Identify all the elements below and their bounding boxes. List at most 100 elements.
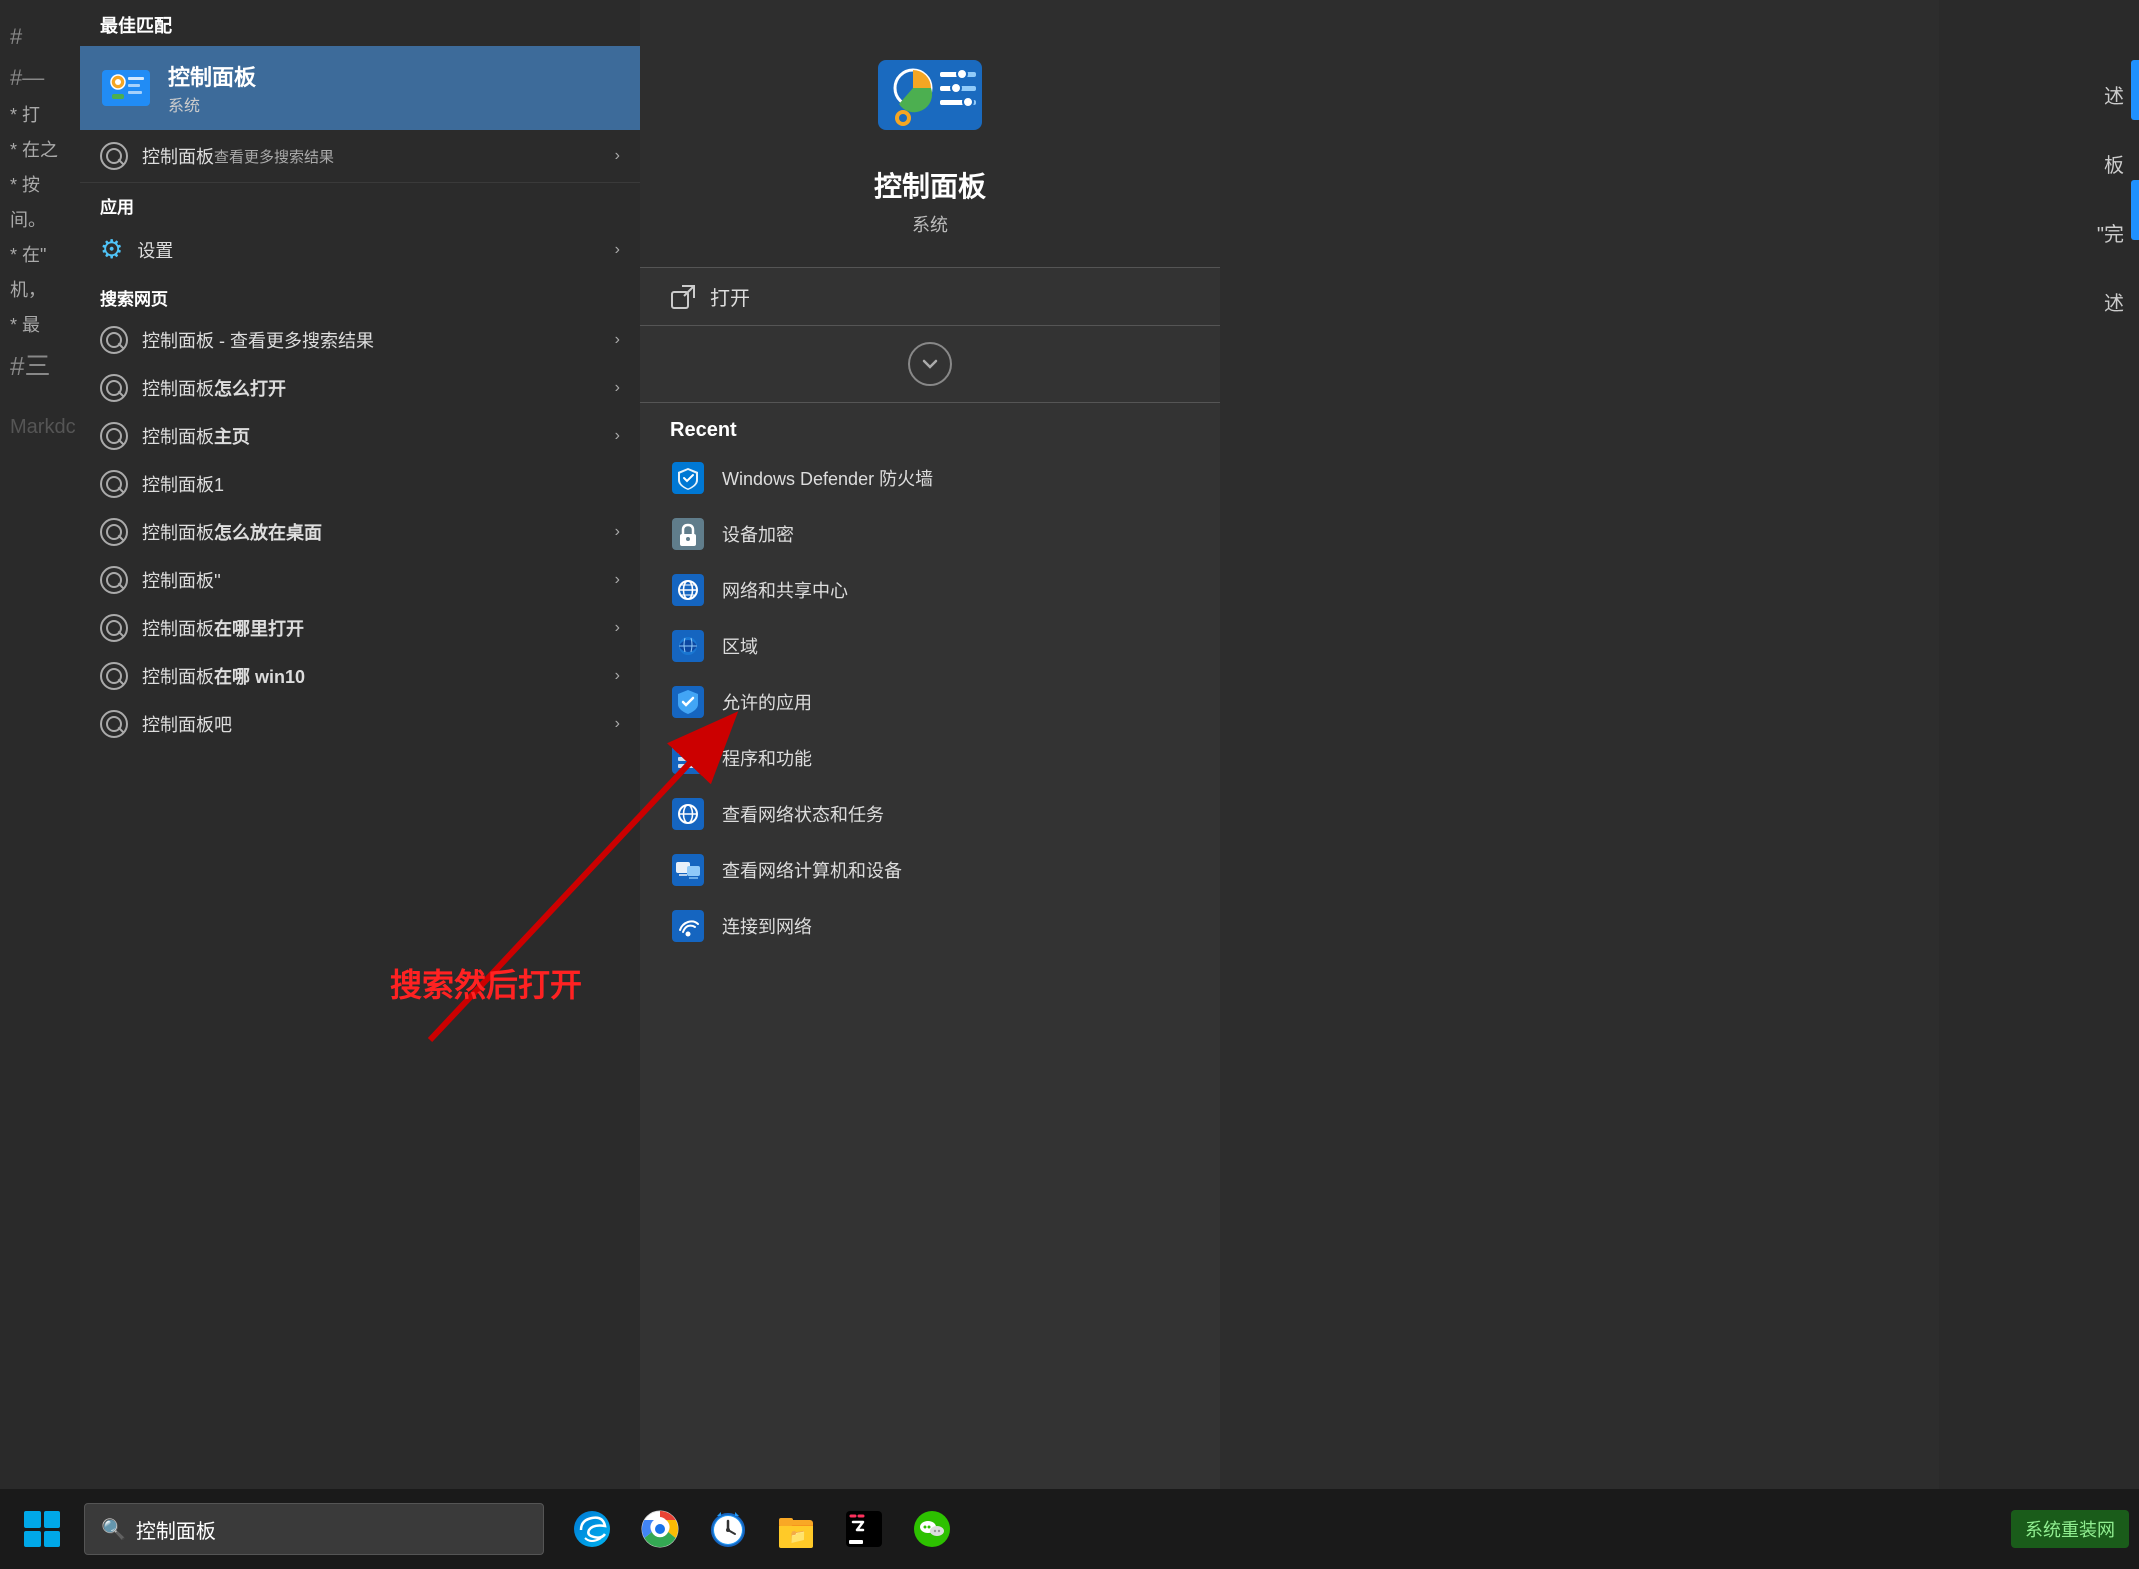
search-icon-circle-9 <box>100 662 128 690</box>
doc-line-7: * 在" <box>10 242 70 269</box>
start-button[interactable] <box>10 1497 74 1561</box>
search-icon-circle-6 <box>100 518 128 546</box>
right-line-4: 述 <box>1954 287 2124 316</box>
right-line-3: "完 <box>1954 218 2124 247</box>
web-item-7-label: 控制面板在哪里打开 <box>142 615 304 641</box>
settings-label: 设置 <box>137 237 173 263</box>
detail-top: 控制面板 系统 <box>640 0 1220 267</box>
doc-line-4: * 在之 <box>10 137 70 164</box>
programs-features-icon <box>670 740 706 776</box>
chrome-taskbar-icon[interactable] <box>632 1501 688 1557</box>
recent-item-6-label: 程序和功能 <box>722 745 812 771</box>
web-item-8-arrow: › <box>615 667 620 685</box>
recent-section: Recent Windows Defender 防火墙 <box>640 403 1220 1489</box>
explorer-taskbar-icon[interactable]: 📁 <box>768 1501 824 1557</box>
see-more-arrow: › <box>615 147 620 165</box>
doc-line-2: #— <box>10 61 70 94</box>
search-results-panel: 最佳匹配 控制面板 系统 控制面板 查看更多搜索结果 › <box>80 0 640 1489</box>
web-item-9[interactable]: 控制面板吧 › <box>80 700 640 748</box>
see-more-search[interactable]: 控制面板 查看更多搜索结果 › <box>80 130 640 183</box>
doc-line-8: 机， <box>10 277 70 304</box>
web-item-6-label: 控制面板'' <box>142 567 221 593</box>
best-match-header: 最佳匹配 <box>80 0 640 46</box>
web-item-3-label: 控制面板主页 <box>142 423 250 449</box>
recent-item-7[interactable]: 查看网络状态和任务 <box>640 786 1220 842</box>
right-line-2: 板 <box>1954 149 2124 178</box>
best-match-control-panel[interactable]: 控制面板 系统 <box>80 46 640 130</box>
search-icon-circle-3 <box>100 374 128 402</box>
taskbar-search-bar[interactable]: 🔍 控制面板 <box>84 1503 544 1555</box>
recent-item-5[interactable]: 允许的应用 <box>640 674 1220 730</box>
settings-app-item[interactable]: ⚙ 设置 › <box>80 224 640 275</box>
recent-item-9[interactable]: 连接到网络 <box>640 898 1220 954</box>
doc-line-5: * 按 <box>10 172 70 199</box>
doc-line-1: # <box>10 20 70 53</box>
win-logo-br <box>44 1531 61 1548</box>
web-item-8-label: 控制面板在哪 win10 <box>142 663 305 689</box>
recent-item-1[interactable]: Windows Defender 防火墙 <box>640 450 1220 506</box>
search-icon-circle-8 <box>100 614 128 642</box>
doc-line-6: 间。 <box>10 207 70 234</box>
search-icon-circle-7 <box>100 566 128 594</box>
doc-line-10: #三 <box>10 347 70 386</box>
win-logo-tl <box>24 1511 41 1528</box>
search-icon-circle-5 <box>100 470 128 498</box>
web-item-3-arrow: › <box>615 427 620 445</box>
search-icon-circle-4 <box>100 422 128 450</box>
taskbar-icons: 📁 <box>564 1501 960 1557</box>
right-document-area: 述 板 "完 述 <box>1939 0 2139 1569</box>
web-item-4-label: 控制面板1 <box>142 471 224 497</box>
web-item-8[interactable]: 控制面板在哪 win10 › <box>80 652 640 700</box>
taskbar-search-text: 控制面板 <box>136 1515 216 1544</box>
settings-arrow: › <box>615 241 620 259</box>
see-more-sublabel: 查看更多搜索结果 <box>214 146 334 167</box>
connect-network-icon <box>670 908 706 944</box>
best-match-text: 控制面板 系统 <box>168 60 256 116</box>
recent-item-3[interactable]: 网络和共享中心 <box>640 562 1220 618</box>
open-icon <box>670 284 696 310</box>
recent-item-9-label: 连接到网络 <box>722 913 812 939</box>
recent-item-6[interactable]: 程序和功能 <box>640 730 1220 786</box>
web-item-5-arrow: › <box>615 523 620 541</box>
open-button[interactable]: 打开 <box>640 268 1220 325</box>
recent-item-4[interactable]: 区域 <box>640 618 1220 674</box>
region-icon <box>670 628 706 664</box>
ide-taskbar-icon[interactable] <box>836 1501 892 1557</box>
right-scrollbar-mid <box>2131 180 2139 240</box>
web-item-9-arrow: › <box>615 715 620 733</box>
best-match-title: 控制面板 <box>168 60 256 92</box>
search-icon-circle-2 <box>100 326 128 354</box>
web-item-5[interactable]: 控制面板怎么放在桌面 › <box>80 508 640 556</box>
tray-logo: 系统重装网 <box>2011 1510 2129 1548</box>
search-icon-circle-10 <box>100 710 128 738</box>
recent-item-7-label: 查看网络状态和任务 <box>722 801 884 827</box>
web-item-3[interactable]: 控制面板主页 › <box>80 412 640 460</box>
recent-item-8[interactable]: 查看网络计算机和设备 <box>640 842 1220 898</box>
windows-defender-icon <box>670 460 706 496</box>
view-network-status-icon <box>670 796 706 832</box>
edge-taskbar-icon[interactable] <box>564 1501 620 1557</box>
recent-header: Recent <box>640 403 1220 450</box>
wechat-taskbar-icon[interactable] <box>904 1501 960 1557</box>
clock-taskbar-icon[interactable] <box>700 1501 756 1557</box>
recent-item-5-label: 允许的应用 <box>722 689 812 715</box>
recent-item-4-label: 区域 <box>722 633 758 659</box>
web-item-6[interactable]: 控制面板'' › <box>80 556 640 604</box>
taskbar-search-icon: 🔍 <box>101 1517 126 1542</box>
win-logo-tr <box>44 1511 61 1528</box>
collapse-button[interactable] <box>640 326 1220 402</box>
view-network-computers-icon <box>670 852 706 888</box>
control-panel-icon-small <box>100 62 152 114</box>
web-item-4[interactable]: 控制面板1 <box>80 460 640 508</box>
web-item-7[interactable]: 控制面板在哪里打开 › <box>80 604 640 652</box>
web-item-1[interactable]: 控制面板 - 查看更多搜索结果 › <box>80 316 640 364</box>
see-more-label: 控制面板 <box>142 143 214 169</box>
collapse-circle <box>908 342 952 386</box>
control-panel-icon-large <box>875 50 985 145</box>
web-item-5-label: 控制面板怎么放在桌面 <box>142 519 322 545</box>
web-item-1-label: 控制面板 - 查看更多搜索结果 <box>142 327 374 353</box>
recent-item-2[interactable]: 设备加密 <box>640 506 1220 562</box>
web-item-2[interactable]: 控制面板怎么打开 › <box>80 364 640 412</box>
web-item-1-arrow: › <box>615 331 620 349</box>
search-icon-circle-1 <box>100 142 128 170</box>
